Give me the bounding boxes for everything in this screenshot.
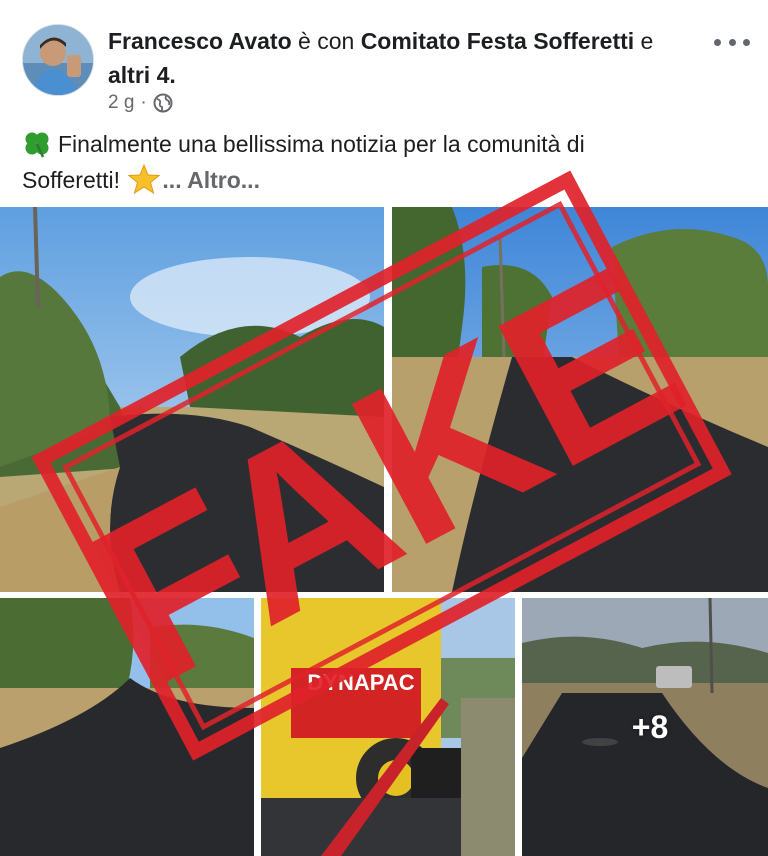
more-options-button[interactable] bbox=[714, 34, 750, 50]
photo-road-2[interactable] bbox=[392, 207, 768, 592]
post-text-line2: Sofferetti! bbox=[22, 167, 121, 193]
post-text: Finalmente una bellissima notizia per la… bbox=[22, 126, 722, 198]
more-dot-icon bbox=[714, 38, 721, 46]
clover-emoji-icon bbox=[22, 130, 52, 158]
others-link[interactable]: altri 4. bbox=[108, 62, 176, 88]
more-photos-count[interactable]: +8 bbox=[622, 702, 678, 752]
avatar[interactable] bbox=[22, 24, 94, 96]
author-line: Francesco Avato è con Comitato Festa Sof… bbox=[108, 24, 668, 92]
more-dot-icon bbox=[743, 38, 750, 46]
photo-road-3[interactable] bbox=[0, 598, 254, 856]
post-time[interactable]: 2 g bbox=[108, 92, 134, 114]
post-text-line1: Finalmente una bellissima notizia per la… bbox=[58, 131, 585, 157]
photo-paver-machine[interactable]: DYNAPAC bbox=[261, 598, 515, 856]
and-text: e bbox=[634, 28, 654, 54]
paver-brand-label: DYNAPAC bbox=[307, 670, 414, 695]
more-dot-icon bbox=[728, 38, 736, 46]
post-meta: 2 g · bbox=[108, 92, 173, 114]
author-name[interactable]: Francesco Avato bbox=[108, 28, 292, 54]
star-emoji-icon bbox=[128, 163, 161, 195]
tagged-page[interactable]: Comitato Festa Sofferetti bbox=[361, 28, 634, 54]
post-header: Francesco Avato è con Comitato Festa Sof… bbox=[0, 0, 768, 200]
meta-dot: · bbox=[140, 92, 147, 113]
with-text: è con bbox=[291, 28, 361, 54]
photo-road-1[interactable] bbox=[0, 207, 384, 592]
globe-icon bbox=[153, 93, 173, 113]
see-more-link[interactable]: ... Altro... bbox=[162, 167, 260, 193]
